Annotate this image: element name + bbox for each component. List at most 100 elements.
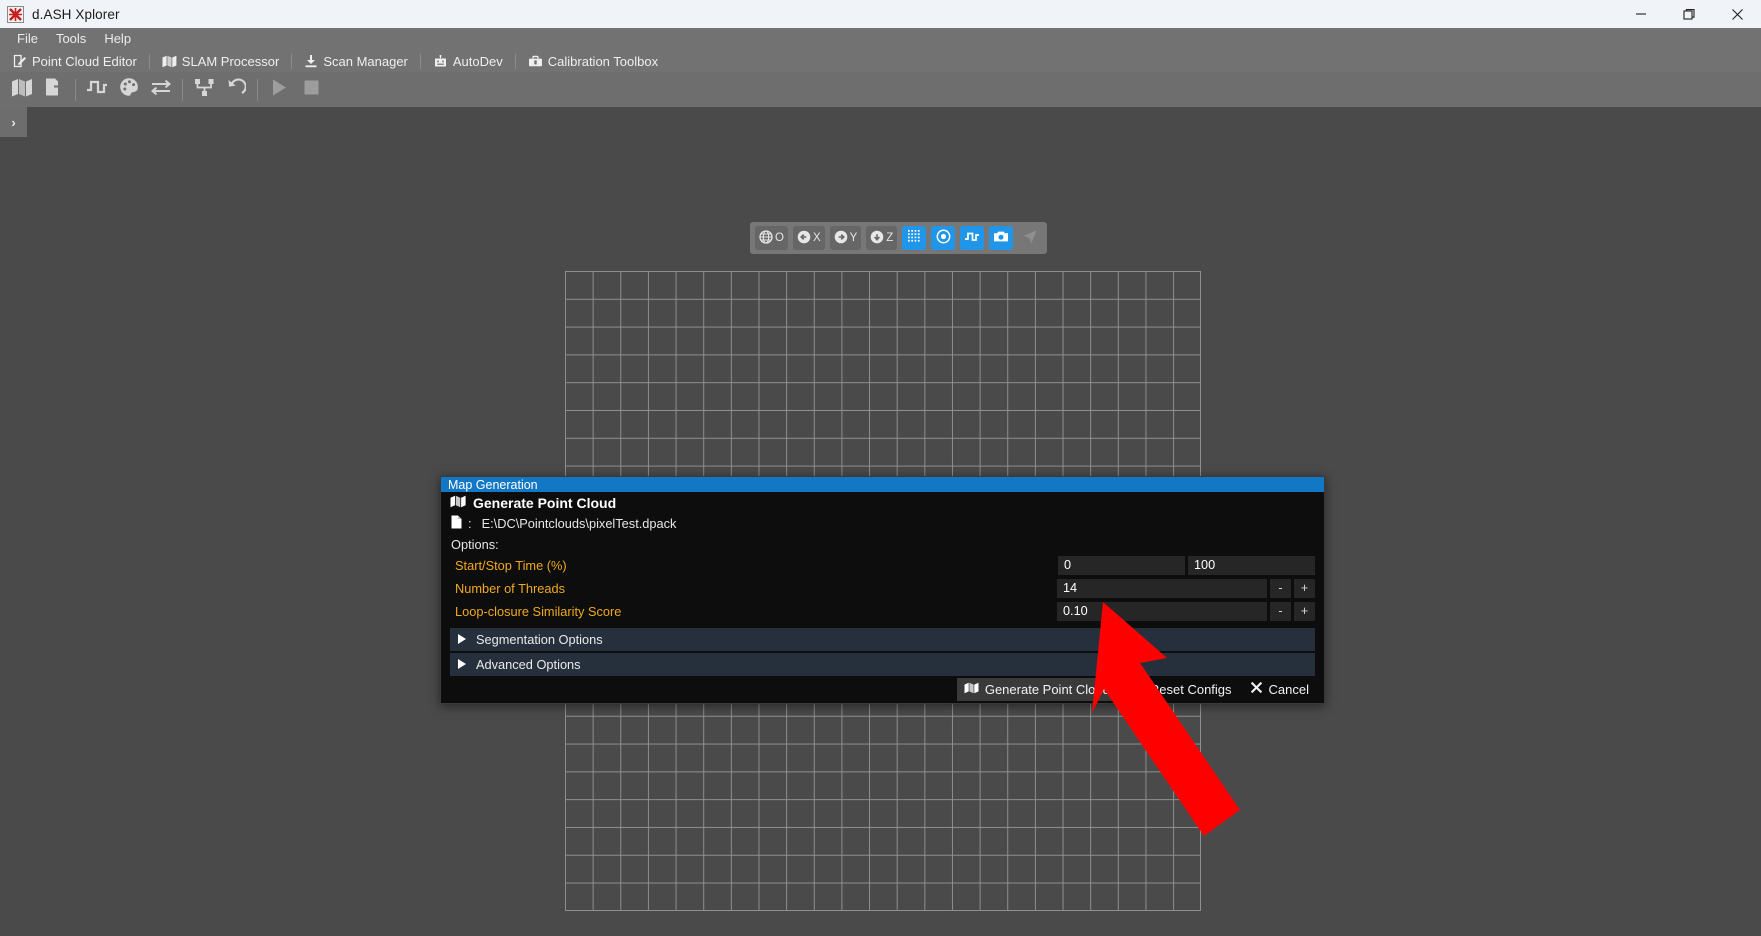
stop-time-input[interactable] [1188, 555, 1315, 575]
stop-button[interactable] [295, 75, 327, 105]
options-label: Options: [451, 536, 499, 552]
arrow-right-circle-icon [834, 230, 848, 247]
cancel-label: Cancel [1268, 681, 1309, 697]
close-icon[interactable] [1713, 0, 1761, 28]
option-row-number-of-threads: Number of Threads - + [441, 577, 1324, 600]
globe-icon [759, 229, 773, 247]
play-button[interactable] [263, 75, 295, 105]
signal-button[interactable] [81, 75, 113, 105]
palette-icon [119, 77, 139, 102]
expand-sidebar-button[interactable]: › [0, 107, 27, 137]
option-row-loop-closure-similarity: Loop-closure Similarity Score - + [441, 600, 1324, 623]
tab-scan-manager[interactable]: Scan Manager [297, 50, 415, 72]
view-y-button[interactable]: Y [829, 226, 862, 250]
camera-icon [993, 230, 1009, 246]
option-label: Loop-closure Similarity Score [455, 603, 622, 619]
view-origin-button[interactable]: O [755, 226, 788, 250]
chevron-right-icon [458, 634, 466, 645]
reset-configs-button[interactable]: Reset Configs [1121, 678, 1239, 701]
minimize-icon[interactable] [1617, 0, 1665, 28]
threads-increment-button[interactable]: + [1294, 578, 1315, 598]
reset-label: Reset Configs [1149, 681, 1232, 697]
cancel-button[interactable]: Cancel [1243, 678, 1316, 701]
toggle-target-button[interactable] [931, 226, 956, 250]
tab-slam-processor[interactable]: SLAM Processor [155, 50, 287, 72]
tab-divider [514, 53, 516, 69]
arrow-left-circle-icon [797, 230, 811, 247]
export-button[interactable] [38, 75, 70, 105]
menu-item-help[interactable]: Help [95, 29, 140, 49]
threads-decrement-button[interactable]: - [1270, 578, 1291, 598]
open-map-button[interactable] [6, 75, 38, 105]
tab-divider [148, 53, 150, 69]
menu-bar: File Tools Help [0, 28, 1761, 50]
dialog-titlebar[interactable]: Map Generation [441, 477, 1324, 493]
map-icon [11, 78, 33, 102]
view-x-button[interactable]: X [792, 226, 825, 250]
menu-item-file[interactable]: File [8, 29, 47, 49]
undo-button[interactable] [220, 75, 252, 105]
transfer-button[interactable] [145, 75, 177, 105]
option-fields: - + [1057, 601, 1324, 621]
generate-label: Generate Point Cloud [984, 681, 1110, 697]
palette-button[interactable] [113, 75, 145, 105]
view-x-label: X [812, 232, 821, 244]
left-panel-rail: › [0, 107, 27, 936]
window-title: d.ASH Xplorer [32, 6, 120, 22]
toggle-grid-button[interactable] [902, 226, 927, 250]
map-icon [964, 682, 979, 697]
similarity-score-input[interactable] [1057, 601, 1267, 621]
waveform-icon [86, 78, 108, 101]
tab-divider [291, 53, 293, 69]
toggle-waveform-button[interactable] [960, 226, 985, 250]
tab-autodev[interactable]: AutoDev [426, 50, 510, 72]
option-row-start-stop-time: Start/Stop Time (%) [441, 554, 1324, 577]
file-separator: : [468, 516, 472, 532]
view-z-button[interactable]: Z [866, 226, 898, 250]
stop-icon [303, 79, 320, 101]
tab-label: SLAM Processor [181, 53, 280, 69]
menu-item-tools[interactable]: Tools [47, 29, 95, 49]
grid-dots-icon [907, 229, 922, 247]
threads-input[interactable] [1057, 578, 1267, 598]
tab-divider [419, 53, 421, 69]
chevron-right-icon [458, 659, 466, 670]
option-label: Number of Threads [455, 580, 566, 596]
toolbar-divider [257, 78, 258, 101]
section-segmentation-options[interactable]: Segmentation Options [450, 627, 1315, 651]
viewport-3d[interactable]: › O X Y Z Map Generation Generate Point … [0, 107, 1761, 936]
dialog-header-label: Generate Point Cloud [473, 494, 617, 511]
play-icon [270, 78, 288, 102]
dialog-title: Map Generation [448, 477, 538, 492]
toolbar-divider [75, 78, 76, 101]
view-z-label: Z [886, 232, 894, 244]
navigate-cursor-icon [1022, 229, 1038, 248]
file-icon [451, 515, 462, 532]
toolbox-icon [528, 55, 543, 68]
similarity-increment-button[interactable]: + [1294, 601, 1315, 621]
tab-point-cloud-editor[interactable]: Point Cloud Editor [6, 50, 144, 72]
tab-calibration-toolbox[interactable]: Calibration Toolbox [521, 50, 665, 72]
window-titlebar: d.ASH Xplorer [0, 0, 1761, 28]
section-advanced-options[interactable]: Advanced Options [450, 652, 1315, 676]
tab-label: AutoDev [452, 53, 503, 69]
hierarchy-button[interactable] [188, 75, 220, 105]
toggle-camera-button[interactable] [989, 226, 1014, 250]
navigate-cursor-button[interactable] [1018, 226, 1042, 250]
download-icon [304, 54, 318, 68]
node-tree-icon [194, 78, 215, 102]
view-y-label: Y [849, 232, 858, 244]
generate-point-cloud-button[interactable]: Generate Point Cloud [956, 677, 1117, 701]
map-icon [450, 495, 466, 511]
export-file-icon [44, 77, 65, 102]
maximize-icon[interactable] [1665, 0, 1713, 28]
map-generation-dialog: Map Generation Generate Point Cloud: E:… [440, 476, 1325, 704]
start-time-input[interactable] [1058, 555, 1185, 575]
undo-arrow-icon [226, 78, 247, 102]
similarity-decrement-button[interactable]: - [1270, 601, 1291, 621]
viewport-toolbar: O X Y Z [750, 222, 1048, 254]
main-toolbar [0, 72, 1761, 107]
module-tab-bar: Point Cloud Editor SLAM Processor Scan M… [0, 50, 1761, 72]
tab-label: Point Cloud Editor [32, 53, 137, 69]
arrow-down-circle-icon [870, 230, 884, 247]
